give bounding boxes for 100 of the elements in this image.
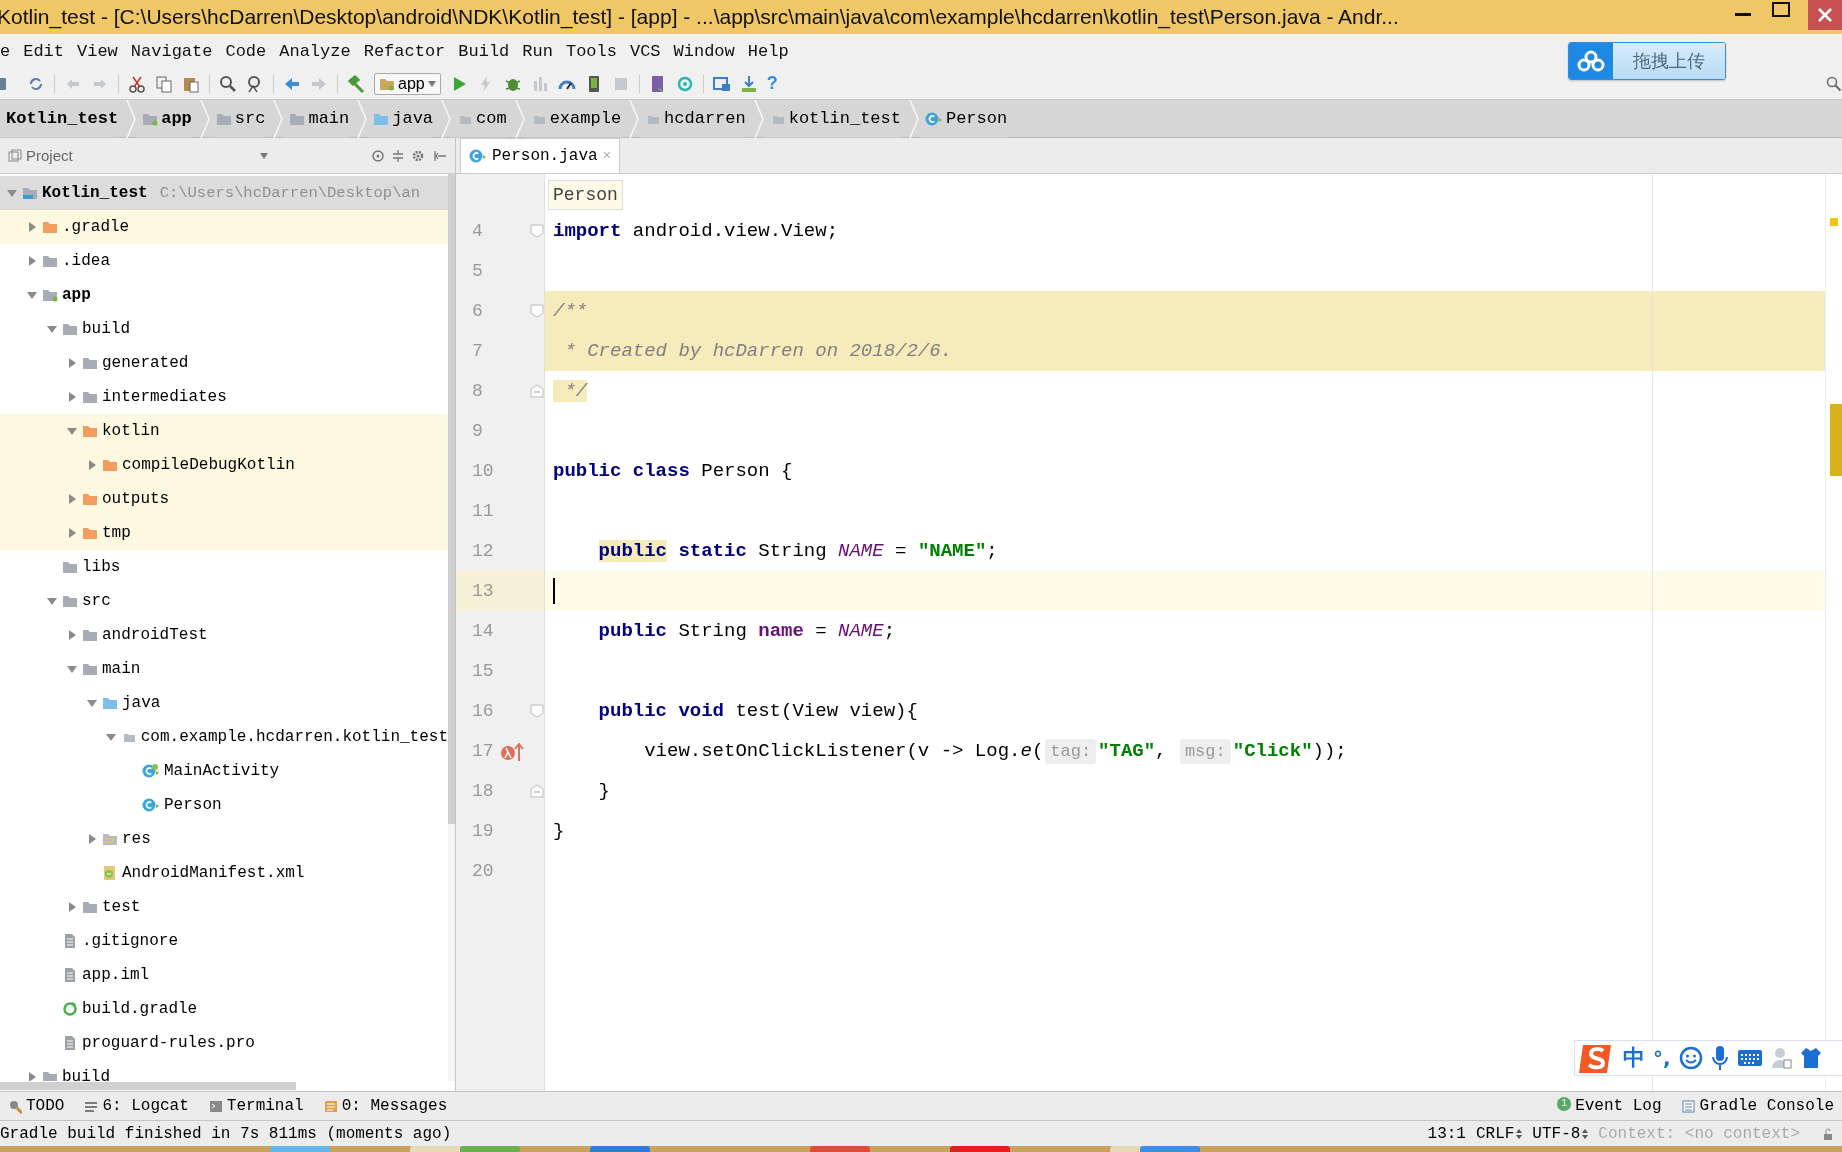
lambda-arrow-icon[interactable] <box>499 740 524 762</box>
tree-item[interactable]: build <box>0 312 448 346</box>
upload-button[interactable]: 拖拽上传 <box>1568 42 1726 80</box>
expand-arrow-icon[interactable] <box>67 630 77 640</box>
expand-arrow-icon[interactable] <box>106 732 117 742</box>
expand-arrow-icon[interactable] <box>67 358 77 368</box>
expand-arrow-icon[interactable] <box>67 664 77 674</box>
smiley-icon[interactable] <box>1678 1046 1703 1070</box>
expand-arrow-icon[interactable] <box>67 392 77 402</box>
menu-item[interactable]: Run <box>522 41 553 61</box>
encoding-selector[interactable]: UTF-8 <box>1532 1124 1589 1143</box>
target-icon[interactable] <box>371 148 385 163</box>
expand-arrow-icon[interactable] <box>47 324 57 334</box>
tree-item[interactable]: .gitignore <box>0 924 448 958</box>
tree-item[interactable]: MainActivity <box>0 754 448 788</box>
tool-window-button[interactable]: 1 Event Log <box>1557 1097 1662 1115</box>
menu-item[interactable]: VCS <box>629 41 661 61</box>
fold-icon[interactable] <box>530 704 544 718</box>
tree-item[interactable]: Kotlin_test C:\Users\hcDarren\Desktop\an <box>0 176 448 210</box>
expand-arrow-icon[interactable] <box>87 460 97 470</box>
tree-item[interactable]: outputs <box>0 482 448 516</box>
search-icon[interactable] <box>219 74 237 93</box>
tree-item[interactable]: intermediates <box>0 380 448 414</box>
tool-window-button[interactable]: 0: Messages <box>323 1097 448 1115</box>
collapse-icon[interactable] <box>391 148 405 163</box>
expand-arrow-icon[interactable] <box>47 596 57 606</box>
expand-arrow-icon[interactable] <box>27 256 37 266</box>
tree-item[interactable]: app.iml <box>0 958 448 992</box>
menu-item[interactable]: e <box>0 41 11 61</box>
expand-arrow-icon[interactable] <box>67 902 77 912</box>
tree-item[interactable]: test <box>0 890 448 924</box>
expand-arrow-icon[interactable] <box>27 222 37 232</box>
tree-item[interactable]: androidTest <box>0 618 448 652</box>
copy-icon[interactable] <box>155 74 173 93</box>
lock-icon[interactable] <box>1822 1127 1834 1140</box>
line-separator-selector[interactable]: CRLF <box>1475 1124 1523 1143</box>
run-configuration-dropdown[interactable]: app <box>374 72 441 95</box>
menu-item[interactable]: Window <box>673 41 735 61</box>
fold-icon[interactable] <box>530 784 544 798</box>
tree-item[interactable]: main <box>0 652 448 686</box>
fold-icon[interactable] <box>530 384 544 398</box>
tool-window-button[interactable]: Terminal <box>208 1097 304 1115</box>
tree-item[interactable]: src <box>0 584 448 618</box>
caret-position[interactable]: 13:1 <box>1427 1124 1466 1143</box>
expand-arrow-icon[interactable] <box>87 834 97 844</box>
download-icon[interactable] <box>739 74 758 93</box>
tree-item[interactable]: proguard-rules.pro <box>0 1026 448 1060</box>
expand-arrow-icon[interactable] <box>67 494 77 504</box>
tree-item[interactable]: app <box>0 278 448 312</box>
menu-item[interactable]: Edit <box>23 41 64 61</box>
expand-arrow-icon[interactable] <box>27 1072 37 1081</box>
tree-item[interactable]: java <box>0 686 448 720</box>
person-icon[interactable] <box>1770 1046 1793 1070</box>
tree-item[interactable]: build.gradle <box>0 992 448 1026</box>
tree-item[interactable]: kotlin <box>0 414 448 448</box>
window-icon[interactable] <box>712 74 731 93</box>
expand-arrow-icon[interactable] <box>27 290 37 300</box>
shirt-icon[interactable] <box>1800 1046 1821 1070</box>
breadcrumb-popup[interactable]: Person <box>548 180 623 210</box>
menu-item[interactable]: Tools <box>565 41 617 61</box>
punctuation-toggle[interactable]: °, <box>1653 1046 1671 1070</box>
keyboard-icon[interactable] <box>1736 1048 1763 1068</box>
tree-item[interactable]: tmp <box>0 516 448 550</box>
editor-tab[interactable]: Person.java × <box>460 138 621 173</box>
scrollbar-thumb[interactable] <box>0 1082 296 1090</box>
tool-window-button[interactable]: 6: Logcat <box>84 1097 189 1115</box>
expand-arrow-icon[interactable] <box>87 698 97 708</box>
hammer-icon[interactable] <box>347 74 365 93</box>
tree-item[interactable]: libs <box>0 550 448 584</box>
expand-arrow-icon[interactable] <box>67 528 77 538</box>
fold-icon[interactable] <box>530 224 544 238</box>
tool-window-button[interactable]: TODO <box>8 1097 65 1115</box>
fold-icon[interactable] <box>530 304 544 318</box>
caret-icon[interactable] <box>260 152 268 159</box>
warning-marker[interactable] <box>1830 218 1838 226</box>
tree-item[interactable]: build <box>0 1060 448 1081</box>
tree-item[interactable]: generated <box>0 346 448 380</box>
input-mode-toggle[interactable]: 中 <box>1623 1043 1645 1073</box>
tree-item[interactable]: .gradle <box>0 210 448 244</box>
close-button[interactable] <box>1808 0 1842 30</box>
panel-title[interactable]: Project <box>26 147 73 164</box>
menu-item[interactable]: Code <box>225 41 267 61</box>
menu-item[interactable]: Build <box>458 41 510 61</box>
hide-panel-icon[interactable] <box>433 148 447 163</box>
tree-item[interactable]: .idea <box>0 244 448 278</box>
tree-item[interactable]: com.example.hcdarren.kotlin_test <box>0 720 448 754</box>
tree-item[interactable]: Person <box>0 788 448 822</box>
tree-item[interactable]: compileDebugKotlin <box>0 448 448 482</box>
tree-item[interactable]: AndroidManifest.xml <box>0 856 448 890</box>
menu-item[interactable]: Refactor <box>363 41 446 61</box>
tool-window-button[interactable]: Gradle Console <box>1681 1097 1834 1115</box>
expand-arrow-icon[interactable] <box>67 426 77 436</box>
scrollbar-thumb[interactable] <box>1830 404 1842 476</box>
menu-item[interactable]: Help <box>747 41 789 61</box>
search-icon[interactable] <box>1826 75 1842 92</box>
expand-arrow-icon[interactable] <box>7 188 17 198</box>
tree-item[interactable]: res <box>0 822 448 856</box>
cut-icon[interactable] <box>128 74 146 93</box>
scrollbar-thumb[interactable] <box>448 174 455 824</box>
menu-item[interactable]: Analyze <box>279 41 351 61</box>
